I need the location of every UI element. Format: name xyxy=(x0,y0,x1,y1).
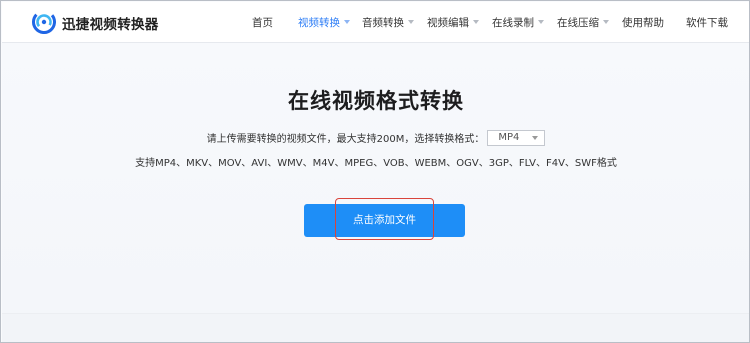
page-title: 在线视频格式转换 xyxy=(288,89,464,113)
nav-item-label: 视频转换 xyxy=(298,17,340,29)
converter-panel: 在线视频格式转换 请上传需要转换的视频文件，最大支持200M，选择转换格式： MP… xyxy=(2,43,749,313)
nav-item-label: 使用帮助 xyxy=(622,17,664,29)
nav-item-download[interactable]: 软件下载 xyxy=(686,15,728,30)
brand-logo-icon[interactable] xyxy=(32,10,56,34)
nav-item-label: 在线压缩 xyxy=(557,17,599,29)
chevron-down-icon xyxy=(344,20,350,24)
upload-hint: 请上传需要转换的视频文件，最大支持200M，选择转换格式： MP4 xyxy=(2,130,749,147)
top-header: 迅捷视频转换器 首页 视频转换 音频转换 视频编辑 在线录制 在线压缩 使用帮助… xyxy=(2,2,749,43)
nav-item-video-edit[interactable]: 视频编辑 xyxy=(427,15,479,30)
page-frame: 迅捷视频转换器 首页 视频转换 音频转换 视频编辑 在线录制 在线压缩 使用帮助… xyxy=(0,0,750,343)
nav-item-label: 音频转换 xyxy=(362,17,404,29)
nav-item-audio-convert[interactable]: 音频转换 xyxy=(362,15,414,30)
format-select[interactable]: MP4 xyxy=(487,130,546,146)
chevron-down-icon xyxy=(538,20,544,24)
chevron-down-icon xyxy=(408,20,414,24)
nav-item-video-convert[interactable]: 视频转换 xyxy=(298,15,350,30)
chevron-down-icon xyxy=(603,20,609,24)
supported-formats: 支持MP4、MKV、MOV、AVI、WMV、M4V、MPEG、VOB、WEBM、… xyxy=(135,158,617,169)
nav-item-label: 在线录制 xyxy=(492,17,534,29)
nav-item-label: 首页 xyxy=(252,17,273,29)
format-select-value: MP4 xyxy=(498,132,520,143)
bottom-section xyxy=(2,313,749,342)
nav-item-online-compress[interactable]: 在线压缩 xyxy=(557,15,609,30)
chevron-down-icon xyxy=(473,20,479,24)
nav-item-online-record[interactable]: 在线录制 xyxy=(492,15,544,30)
brand-name[interactable]: 迅捷视频转换器 xyxy=(62,13,159,33)
nav-item-home[interactable]: 首页 xyxy=(252,15,273,30)
nav-item-label: 软件下载 xyxy=(686,17,728,29)
nav-item-help[interactable]: 使用帮助 xyxy=(622,15,664,30)
add-file-button[interactable]: 点击添加文件 xyxy=(304,204,465,237)
nav-item-label: 视频编辑 xyxy=(427,17,469,29)
upload-hint-text: 请上传需要转换的视频文件，最大支持200M，选择转换格式： xyxy=(206,134,485,145)
chevron-down-icon xyxy=(532,136,539,140)
